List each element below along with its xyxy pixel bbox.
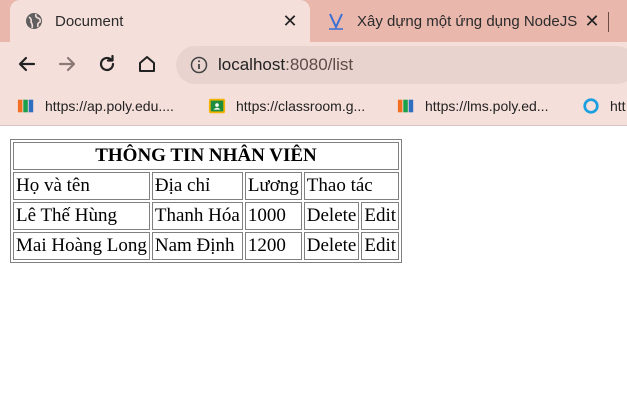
url-path: :8080/list — [285, 55, 354, 74]
globe-icon — [25, 12, 43, 30]
fpt-icon — [397, 97, 415, 115]
home-button[interactable] — [133, 50, 161, 78]
reload-button[interactable] — [93, 50, 121, 78]
cell-name: Mai Hoàng Long — [13, 232, 150, 260]
bookmark-classroom[interactable]: https://classroom.g... — [208, 95, 365, 117]
forward-button[interactable] — [53, 50, 81, 78]
close-tab-icon[interactable]: ✕ — [582, 11, 602, 31]
tab-strip: Document ✕ Xây dựng một ứng dụng NodeJS … — [0, 0, 627, 42]
ring-icon — [582, 97, 600, 115]
cell-address: Nam Định — [151, 232, 243, 260]
edit-link[interactable]: Edit — [361, 202, 400, 230]
bookmark-label: https://classroom.g... — [236, 98, 366, 114]
reload-icon — [99, 54, 115, 72]
classroom-icon — [208, 97, 226, 115]
bookmarks-bar: https://ap.poly.edu.... https://classroo… — [0, 87, 627, 126]
edit-link[interactable]: Edit — [361, 232, 400, 260]
arrow-right-icon — [58, 56, 76, 72]
toolbar: localhost:8080/list — [0, 42, 627, 87]
employee-table: THÔNG TIN NHÂN VIÊN Họ và tên Địa chỉ Lư… — [10, 139, 403, 263]
url-text: localhost:8080/list — [218, 55, 353, 75]
close-tab-icon[interactable]: ✕ — [280, 11, 300, 31]
delete-link[interactable]: Delete — [303, 202, 360, 230]
header-name: Họ và tên — [13, 172, 150, 200]
bookmark-lms-poly[interactable]: https://lms.poly.ed... — [397, 95, 548, 117]
address-bar[interactable]: localhost:8080/list — [176, 46, 627, 84]
delete-link[interactable]: Delete — [303, 232, 360, 260]
tab-title: Document — [55, 12, 124, 30]
cell-salary: 1200 — [244, 232, 302, 260]
tab-document[interactable]: Document ✕ — [10, 0, 310, 42]
caption-row: THÔNG TIN NHÂN VIÊN — [13, 142, 400, 170]
cell-name: Lê Thế Hùng — [13, 202, 150, 230]
fpt-icon — [17, 97, 35, 115]
bookmark-label: htt — [610, 98, 626, 114]
page-content: THÔNG TIN NHÂN VIÊN Họ và tên Địa chỉ Lư… — [0, 126, 627, 420]
table-caption: THÔNG TIN NHÂN VIÊN — [13, 142, 400, 170]
bookmark-label: https://lms.poly.ed... — [425, 98, 549, 114]
header-salary: Lương — [244, 172, 302, 200]
header-address: Địa chỉ — [151, 172, 243, 200]
home-icon — [139, 56, 155, 72]
back-button[interactable] — [13, 50, 41, 78]
table-row: Lê Thế Hùng Thanh Hóa 1000 Delete Edit — [13, 202, 400, 230]
url-host: localhost — [218, 55, 286, 74]
tab-separator — [608, 12, 609, 32]
cell-salary: 1000 — [244, 202, 302, 230]
info-icon[interactable] — [190, 56, 208, 74]
tab-nodejs[interactable]: Xây dựng một ứng dụng NodeJS ✕ — [312, 0, 612, 42]
header-actions: Thao tác — [303, 172, 400, 200]
table-row: Mai Hoàng Long Nam Định 1200 Delete Edit — [13, 232, 400, 260]
arrow-left-icon — [18, 56, 36, 72]
bookmark-label: https://ap.poly.edu.... — [45, 98, 174, 114]
cell-address: Thanh Hóa — [151, 202, 243, 230]
header-row: Họ và tên Địa chỉ Lương Thao tác — [13, 172, 400, 200]
bookmark-other[interactable]: htt — [582, 95, 626, 117]
tab-title: Xây dựng một ứng dụng NodeJS — [357, 12, 578, 30]
v-logo-icon — [327, 12, 345, 30]
bookmark-ap-poly[interactable]: https://ap.poly.edu.... — [17, 95, 174, 117]
